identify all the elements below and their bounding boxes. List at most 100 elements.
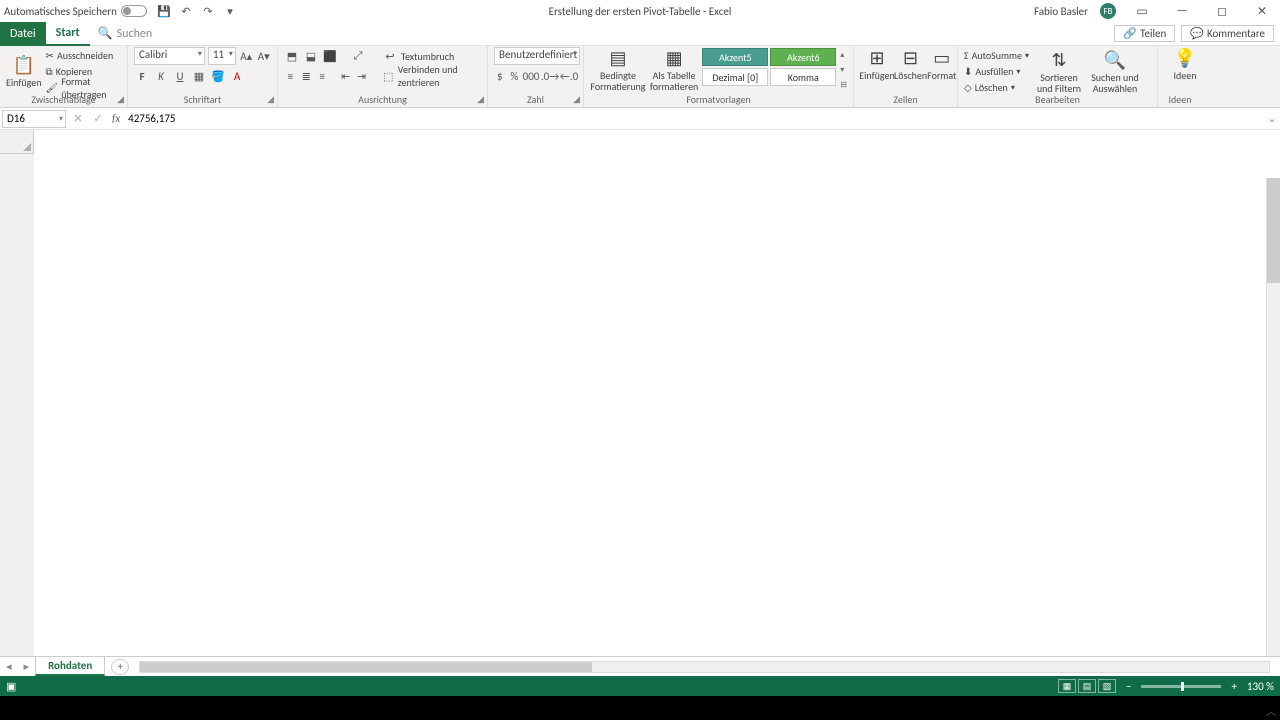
cond-fmt-icon: ▤ bbox=[609, 48, 626, 70]
vertical-scrollbar[interactable] bbox=[1266, 178, 1280, 656]
autosave-toggle[interactable] bbox=[121, 5, 147, 17]
fx-icon[interactable]: fx bbox=[112, 112, 120, 125]
border-button[interactable]: ▦ bbox=[191, 68, 207, 84]
page-break-view-icon[interactable]: ▧ bbox=[1098, 679, 1116, 693]
share-icon: 🔗 bbox=[1123, 27, 1137, 40]
decrease-font-icon[interactable]: A▾ bbox=[256, 48, 271, 64]
orientation-icon[interactable]: ⤢ bbox=[350, 48, 366, 64]
page-layout-view-icon[interactable]: ▤ bbox=[1078, 679, 1096, 693]
number-format-combo[interactable]: Benutzerdefiniert bbox=[494, 47, 580, 65]
tab-start[interactable]: Start bbox=[46, 22, 90, 46]
minimize-icon[interactable]: — bbox=[1168, 1, 1196, 21]
delete-icon: ⊟ bbox=[903, 48, 918, 70]
insert-cells-button[interactable]: ⊞Einfügen bbox=[860, 48, 894, 81]
format-as-table-button[interactable]: ▦Als Tabelle formatieren bbox=[650, 48, 698, 92]
fill-button[interactable]: ⬇Ausfüllen▾ bbox=[964, 64, 1029, 79]
cell-style-komma[interactable]: Komma bbox=[770, 68, 836, 86]
ribbon-tabs: Datei Start 🔍 Suchen 🔗Teilen 💬Kommentare bbox=[0, 22, 1280, 46]
zoom-out-icon[interactable]: − bbox=[1126, 680, 1131, 693]
zoom-in-icon[interactable]: + bbox=[1231, 680, 1236, 693]
autosum-button[interactable]: ΣAutoSumme▾ bbox=[964, 48, 1029, 63]
table-icon: ▦ bbox=[666, 48, 683, 70]
format-cells-button[interactable]: ▭Format bbox=[927, 48, 956, 81]
zoom-level[interactable]: 130 % bbox=[1247, 680, 1274, 693]
sheet-nav-next-icon[interactable]: ▸ bbox=[18, 660, 36, 673]
align-right-icon[interactable]: ≡ bbox=[316, 68, 329, 84]
indent-increase-icon[interactable]: ⇥ bbox=[355, 68, 368, 84]
record-macro-icon[interactable]: ▣ bbox=[6, 680, 16, 693]
delete-cells-button[interactable]: ⊟Löschen bbox=[894, 48, 927, 81]
search-icon: 🔍 bbox=[98, 26, 113, 41]
qat-customize-icon[interactable]: ▾ bbox=[223, 4, 237, 18]
expand-formula-icon[interactable]: ⌄ bbox=[1264, 112, 1280, 125]
underline-button[interactable]: U bbox=[172, 68, 188, 84]
status-bar: ▣ ▦ ▤ ▧ − + 130 % bbox=[0, 676, 1280, 696]
tab-file[interactable]: Datei bbox=[0, 22, 46, 46]
conditional-formatting-button[interactable]: ▤Bedingte Formatierung bbox=[590, 48, 646, 92]
title-bar: Automatisches Speichern 💾 ↶ ↷ ▾ Erstellu… bbox=[0, 0, 1280, 22]
maximize-icon[interactable]: ◻ bbox=[1208, 1, 1236, 21]
align-bottom-icon[interactable]: ⬛ bbox=[322, 48, 338, 64]
align-top-icon[interactable]: ⬒ bbox=[284, 48, 300, 64]
style-up-icon[interactable]: ▴ bbox=[840, 50, 847, 60]
align-center-icon[interactable]: ≣ bbox=[300, 68, 313, 84]
formula-input[interactable]: 42756,175 bbox=[124, 112, 1264, 125]
wrap-text-button[interactable]: Textumbruch bbox=[401, 50, 454, 63]
name-box[interactable]: D16 bbox=[2, 110, 66, 128]
search-box[interactable]: 🔍 Suchen bbox=[98, 26, 152, 41]
find-select-button[interactable]: 🔍Suchen und Auswählen bbox=[1089, 48, 1141, 95]
dialog-launcher-icon[interactable]: ◢ bbox=[267, 94, 274, 105]
undo-icon[interactable]: ↶ bbox=[179, 4, 193, 18]
font-size-combo[interactable]: 11 bbox=[208, 47, 236, 65]
close-icon[interactable]: ✕ bbox=[1248, 1, 1276, 21]
cancel-formula-icon[interactable]: ✕ bbox=[68, 112, 88, 125]
ribbon-options-icon[interactable]: ▭ bbox=[1128, 1, 1156, 21]
currency-icon[interactable]: $ bbox=[494, 68, 506, 84]
spreadsheet-grid[interactable] bbox=[0, 130, 1280, 656]
redo-icon[interactable]: ↷ bbox=[201, 4, 215, 18]
sort-filter-button[interactable]: ⇅Sortieren und Filtern bbox=[1033, 48, 1085, 95]
share-button[interactable]: 🔗Teilen bbox=[1114, 25, 1175, 42]
insert-icon: ⊞ bbox=[869, 48, 884, 70]
percent-icon[interactable]: % bbox=[509, 68, 521, 84]
italic-button[interactable]: K bbox=[153, 68, 169, 84]
copy-icon: ⧉ bbox=[46, 65, 53, 78]
font-color-button[interactable]: A bbox=[229, 68, 245, 84]
paste-button[interactable]: 📋Einfügen bbox=[6, 48, 42, 95]
sheet-tab[interactable]: Rohdaten bbox=[35, 657, 105, 676]
align-middle-icon[interactable]: ⬓ bbox=[303, 48, 319, 64]
dec-decimal-icon[interactable]: ←.0 bbox=[561, 68, 577, 84]
cut-button[interactable]: ✂Ausschneiden bbox=[46, 48, 121, 63]
style-more-icon[interactable]: ⊟ bbox=[840, 80, 847, 90]
enter-formula-icon[interactable]: ✓ bbox=[88, 112, 108, 125]
fill-color-button[interactable]: 🪣 bbox=[210, 68, 226, 84]
cell-style-dezimal[interactable]: Dezimal [0] bbox=[702, 68, 768, 86]
ideas-button[interactable]: 💡Ideen bbox=[1164, 48, 1206, 81]
bold-button[interactable]: F bbox=[134, 68, 150, 84]
increase-font-icon[interactable]: A▴ bbox=[239, 48, 254, 64]
find-icon: 🔍 bbox=[1104, 50, 1126, 72]
horizontal-scrollbar[interactable] bbox=[139, 661, 1270, 673]
collapse-ribbon-icon[interactable]: ︿ bbox=[1266, 703, 1276, 718]
style-down-icon[interactable]: ▾ bbox=[840, 65, 847, 75]
comments-button[interactable]: 💬Kommentare bbox=[1181, 25, 1274, 42]
sheet-tab-bar: ◂ ▸ Rohdaten + bbox=[0, 656, 1280, 676]
inc-decimal-icon[interactable]: .0→ bbox=[542, 68, 558, 84]
dialog-launcher-icon[interactable]: ◢ bbox=[573, 94, 580, 105]
add-sheet-button[interactable]: + bbox=[111, 659, 129, 675]
dialog-launcher-icon[interactable]: ◢ bbox=[117, 94, 124, 105]
merge-center-button[interactable]: Verbinden und zentrieren bbox=[398, 63, 481, 89]
cell-style-akzent5[interactable]: Akzent5 bbox=[702, 48, 768, 66]
zoom-slider[interactable] bbox=[1141, 685, 1221, 688]
dialog-launcher-icon[interactable]: ◢ bbox=[477, 94, 484, 105]
sheet-nav-prev-icon[interactable]: ◂ bbox=[0, 660, 18, 673]
user-avatar[interactable]: FB bbox=[1100, 3, 1116, 19]
save-icon[interactable]: 💾 bbox=[157, 4, 171, 18]
cell-style-akzent6[interactable]: Akzent6 bbox=[770, 48, 836, 66]
indent-decrease-icon[interactable]: ⇤ bbox=[339, 68, 352, 84]
comma-icon[interactable]: 000 bbox=[523, 68, 539, 84]
normal-view-icon[interactable]: ▦ bbox=[1058, 679, 1076, 693]
font-name-combo[interactable]: Calibri bbox=[134, 47, 205, 65]
select-all-corner[interactable] bbox=[0, 130, 34, 154]
align-left-icon[interactable]: ≡ bbox=[284, 68, 297, 84]
